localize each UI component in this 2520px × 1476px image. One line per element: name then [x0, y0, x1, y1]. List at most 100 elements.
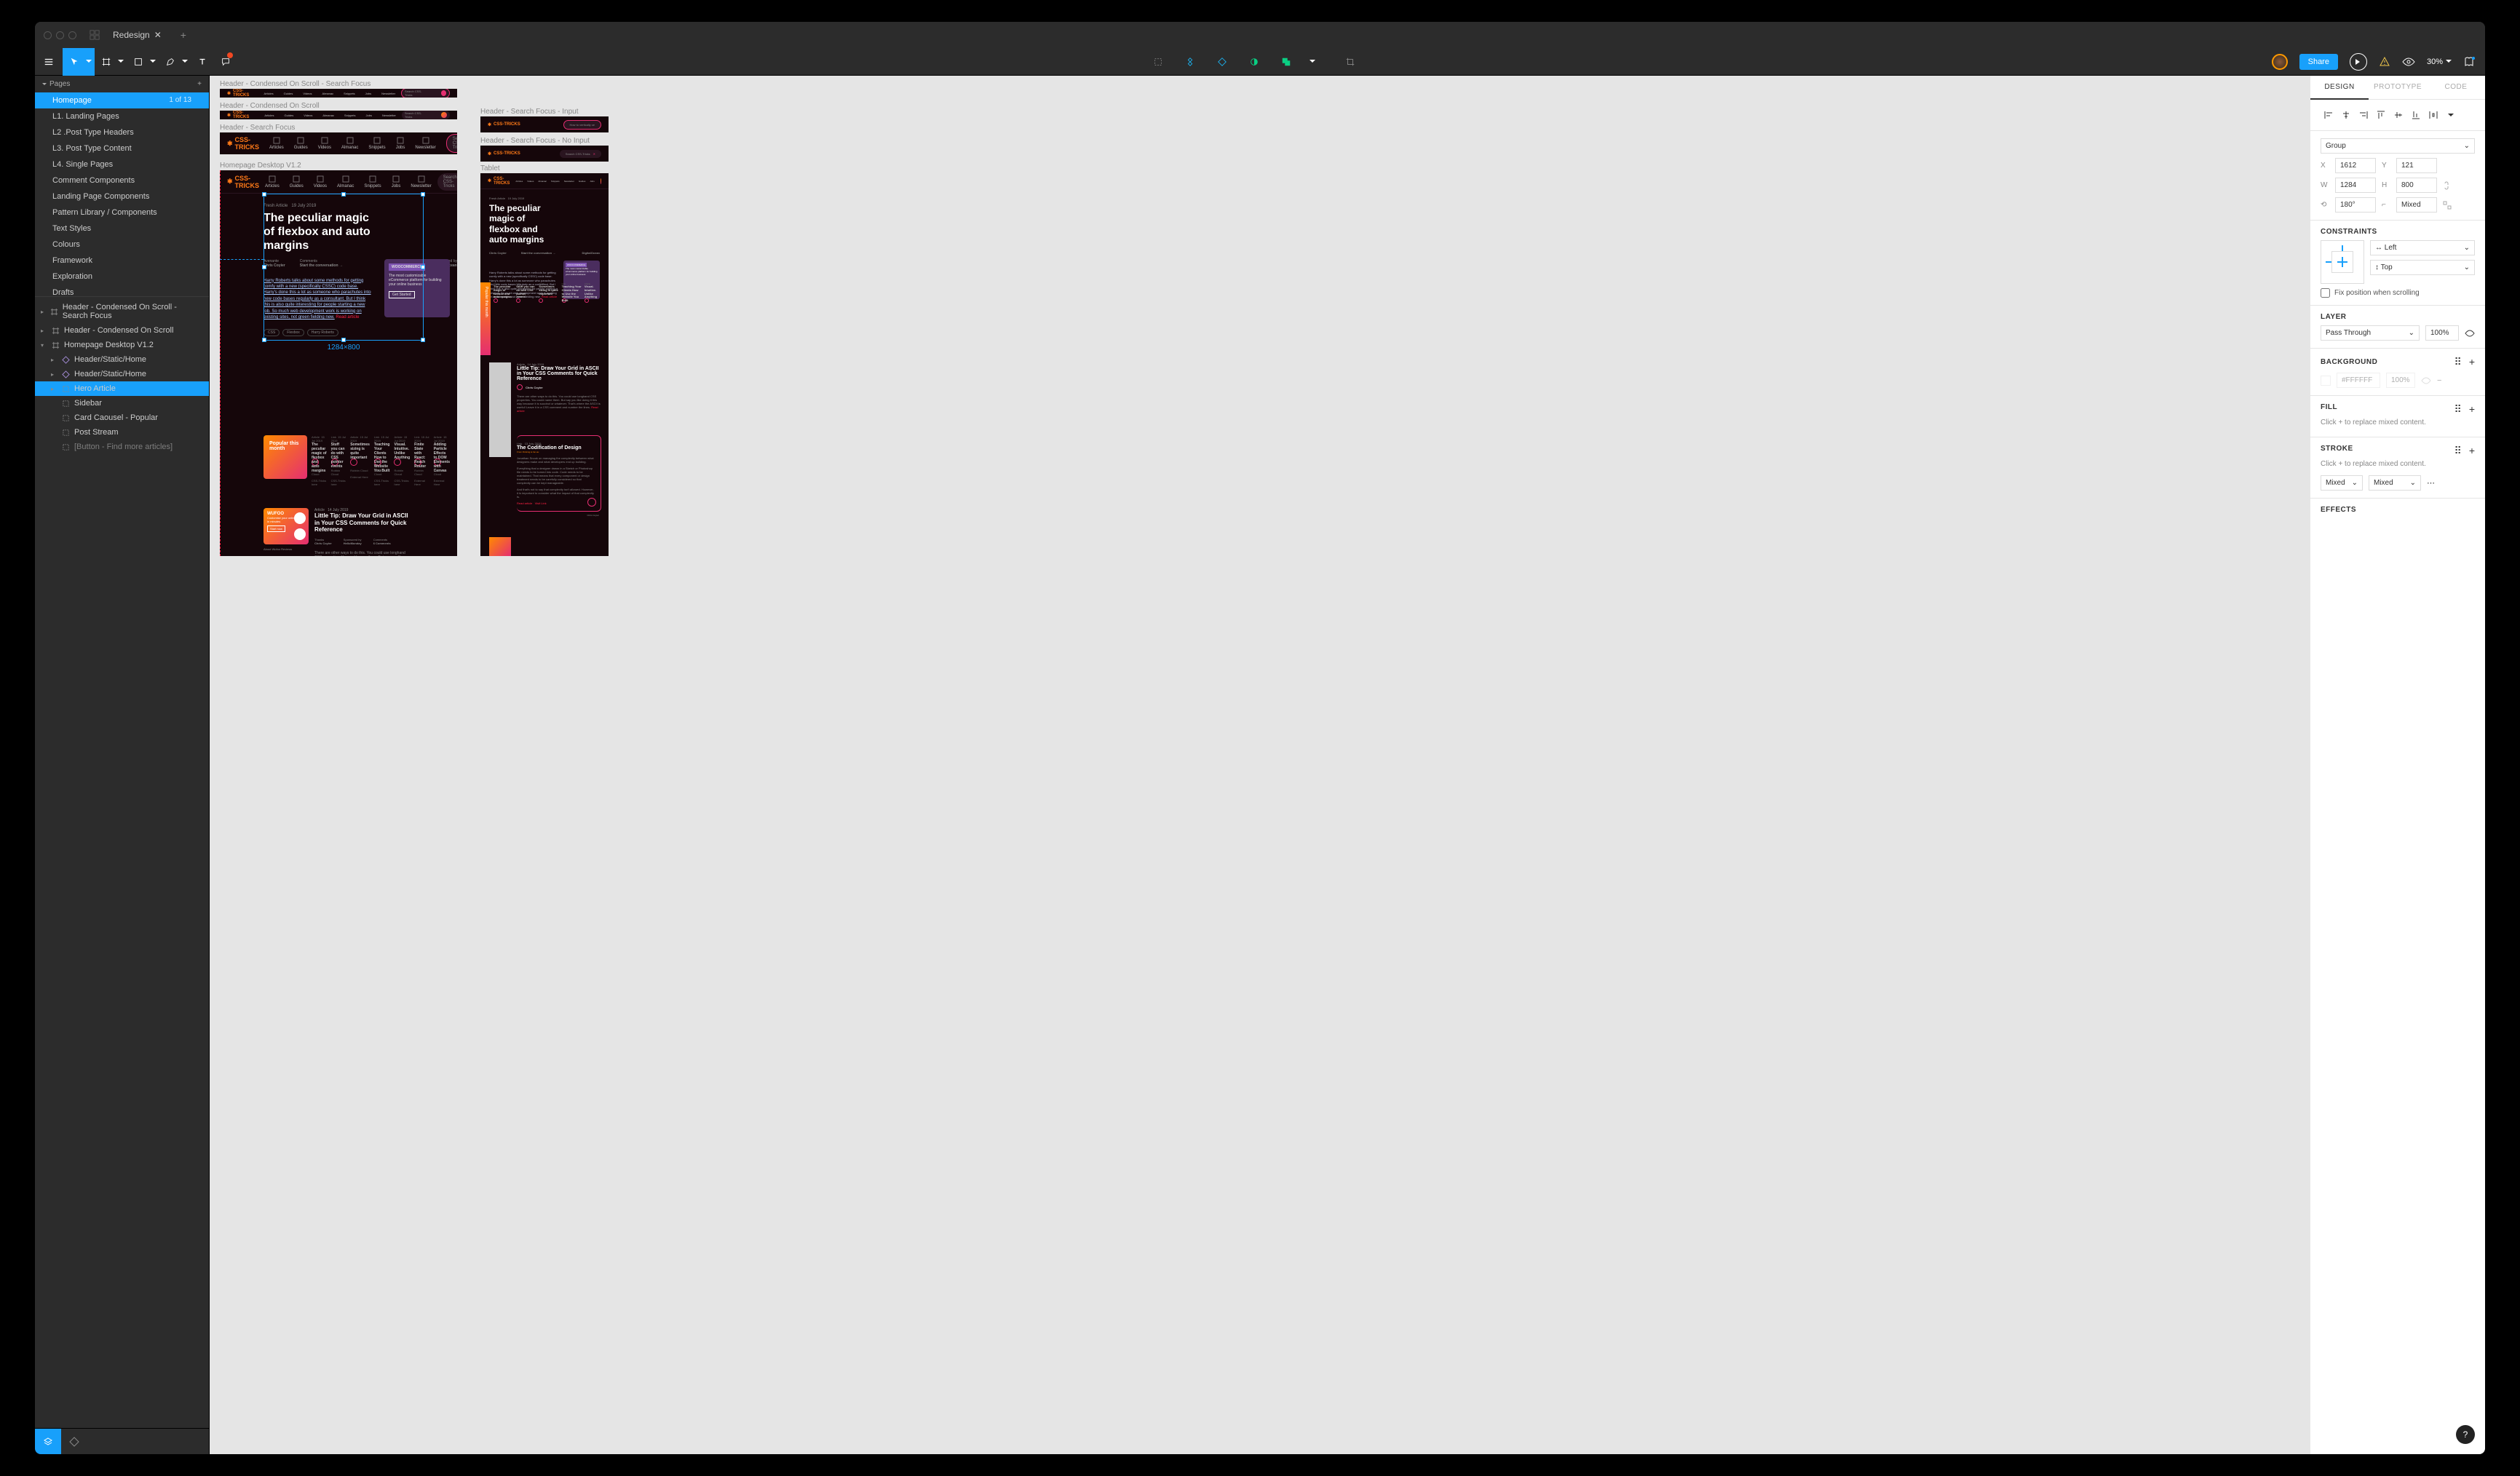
y-input[interactable] — [2396, 158, 2437, 173]
layer-row[interactable]: ▸Hero Article — [35, 381, 209, 396]
frame-header-input[interactable]: CSS-TRICKSHow to vertically ce — [480, 116, 609, 132]
page-item[interactable]: Comment Components — [35, 172, 209, 189]
article-card[interactable]: Article 15 Jul 2019Sometimes sizing is q… — [350, 435, 370, 486]
bg-remove-icon[interactable]: − — [2437, 376, 2441, 385]
independent-corners-icon[interactable] — [2443, 201, 2452, 210]
file-tab[interactable]: Redesign ✕ — [106, 22, 169, 48]
shape-tool[interactable] — [127, 48, 150, 76]
frame-label[interactable]: Header - Search Focus - Input — [480, 108, 579, 116]
page-item[interactable]: L4. Single Pages — [35, 156, 209, 172]
article-card[interactable]: Link 15 Jul 2019Stuff you can do with CS… — [331, 435, 346, 486]
align-left-icon[interactable] — [2321, 107, 2337, 123]
layer-row[interactable]: ▸Header - Condensed On Scroll - Search F… — [35, 300, 209, 323]
fix-scroll-checkbox[interactable] — [2321, 288, 2330, 298]
bg-visibility-icon[interactable] — [2421, 377, 2431, 384]
article-card[interactable]: Link 15 Jul 2019Finite State with React:… — [414, 435, 429, 486]
frame-tool-dropdown[interactable] — [118, 48, 127, 76]
w-input[interactable] — [2335, 178, 2376, 193]
max-dot[interactable] — [68, 31, 76, 39]
boolean-icon[interactable] — [1277, 48, 1295, 76]
page-item[interactable]: L3. Post Type Content — [35, 140, 209, 156]
x-input[interactable] — [2335, 158, 2376, 173]
bg-styles-icon[interactable]: ⠿ — [2454, 356, 2462, 368]
prototype-tab[interactable]: PROTOTYPE — [2369, 76, 2427, 99]
article-card[interactable]: Link 15 Jul 2019Teaching Your Clients Ho… — [374, 435, 390, 486]
bg-add-icon[interactable]: + — [2469, 356, 2475, 368]
blend-mode-select[interactable]: Pass Through⌄ — [2321, 325, 2420, 341]
frame-label[interactable]: Tablet — [480, 164, 500, 172]
align-hcenter-icon[interactable] — [2338, 107, 2354, 123]
crop-icon[interactable] — [1342, 48, 1359, 76]
frame-label[interactable]: Header - Condensed On Scroll - Search Fo… — [220, 80, 371, 88]
frame-header-noinput[interactable]: CSS-TRICKSSearch CSS-Tricks✕ — [480, 146, 609, 162]
page-item[interactable]: Homepage1 of 13 — [35, 92, 209, 108]
frame-tool[interactable] — [95, 48, 118, 76]
page-item[interactable]: Colours — [35, 237, 209, 253]
bg-hex-input[interactable] — [2337, 373, 2380, 388]
rotation-input[interactable] — [2335, 197, 2376, 213]
page-item[interactable]: Pattern Library / Components — [35, 205, 209, 221]
align-bottom-icon[interactable] — [2408, 107, 2424, 123]
text-tool[interactable] — [191, 48, 214, 76]
radius-input[interactable] — [2396, 197, 2437, 213]
page-item[interactable]: Text Styles — [35, 221, 209, 237]
canvas[interactable]: Header - Condensed On Scroll - Search Fo… — [210, 76, 2310, 1454]
user-avatar[interactable] — [2272, 54, 2288, 70]
page-item[interactable]: Exploration — [35, 269, 209, 285]
frame-label[interactable]: Header - Search Focus — [220, 124, 295, 132]
zoom-dropdown[interactable]: 30% — [2427, 57, 2452, 66]
instance-icon[interactable] — [1213, 48, 1231, 76]
link-wh-icon[interactable] — [2443, 180, 2450, 191]
visibility-toggle-icon[interactable] — [2465, 330, 2475, 337]
layer-row[interactable]: Sidebar — [35, 396, 209, 410]
window-controls[interactable] — [44, 31, 76, 39]
design-tab[interactable]: DESIGN — [2310, 76, 2369, 100]
pen-tool[interactable] — [159, 48, 182, 76]
frame-header-scroll[interactable]: CSS-TRICKSArticlesGuidesVideosAlmanacSni… — [220, 111, 457, 119]
article-card[interactable]: Article 15 Jul 2019The peculiar magic of… — [312, 435, 327, 486]
assets-tab-button[interactable] — [61, 1429, 87, 1455]
warning-icon[interactable] — [2379, 56, 2390, 68]
files-icon[interactable] — [90, 30, 100, 40]
stroke-align-select[interactable]: Mixed⌄ — [2369, 475, 2421, 491]
move-tool-dropdown[interactable] — [86, 48, 95, 76]
distribute-icon[interactable] — [2425, 107, 2441, 123]
stroke-styles-icon[interactable]: ⠿ — [2454, 445, 2462, 457]
move-tool[interactable] — [63, 48, 86, 76]
bg-pct-input[interactable] — [2386, 373, 2415, 388]
align-top-icon[interactable] — [2373, 107, 2389, 123]
h-input[interactable] — [2396, 178, 2437, 193]
layer-row[interactable]: ▸Header - Condensed On Scroll — [35, 323, 209, 338]
tab-add-button[interactable]: + — [175, 29, 192, 41]
page-item[interactable]: Drafts — [35, 285, 209, 296]
stroke-weight-select[interactable]: Mixed⌄ — [2321, 475, 2363, 491]
constraint-h-select[interactable]: ↔ Left⌄ — [2370, 240, 2475, 255]
align-vcenter-icon[interactable] — [2390, 107, 2406, 123]
align-right-icon[interactable] — [2355, 107, 2372, 123]
pages-header[interactable]: Pages + — [35, 76, 209, 92]
fill-add-icon[interactable]: + — [2469, 403, 2475, 416]
layer-row[interactable]: ▸Header/Static/Home — [35, 352, 209, 367]
stroke-more-icon[interactable]: ⋯ — [2427, 478, 2435, 488]
layer-row[interactable]: Card Caousel - Popular — [35, 410, 209, 425]
frame-label[interactable]: Header - Condensed On Scroll — [220, 102, 320, 110]
frame-tablet[interactable]: CSS-TRICKSArticlesVideosAlmanacSnippetsN… — [480, 173, 609, 556]
share-button[interactable]: Share — [2299, 54, 2338, 70]
opacity-input[interactable] — [2425, 325, 2459, 341]
boolean-dropdown[interactable] — [1309, 48, 1327, 76]
layer-row[interactable]: Post Stream — [35, 425, 209, 440]
article-card[interactable]: Article 15 Jul 2019Adding Particle Effec… — [434, 435, 450, 486]
stroke-add-icon[interactable]: + — [2469, 445, 2475, 457]
shape-tool-dropdown[interactable] — [150, 48, 159, 76]
layer-row[interactable]: [Button - Find more articles] — [35, 440, 209, 454]
menu-button[interactable] — [35, 48, 63, 76]
view-icon[interactable] — [2402, 57, 2415, 66]
constraints-widget[interactable] — [2321, 240, 2364, 284]
page-item[interactable]: L2 .Post Type Headers — [35, 124, 209, 140]
frame-label[interactable]: Homepage Desktop V1.2 — [220, 162, 301, 170]
page-item[interactable]: Framework — [35, 253, 209, 269]
layers-tab-button[interactable] — [35, 1429, 61, 1455]
frame-label[interactable]: Header - Search Focus - No Input — [480, 137, 590, 145]
code-tab[interactable]: CODE — [2427, 76, 2485, 99]
page-item[interactable]: Landing Page Components — [35, 189, 209, 205]
